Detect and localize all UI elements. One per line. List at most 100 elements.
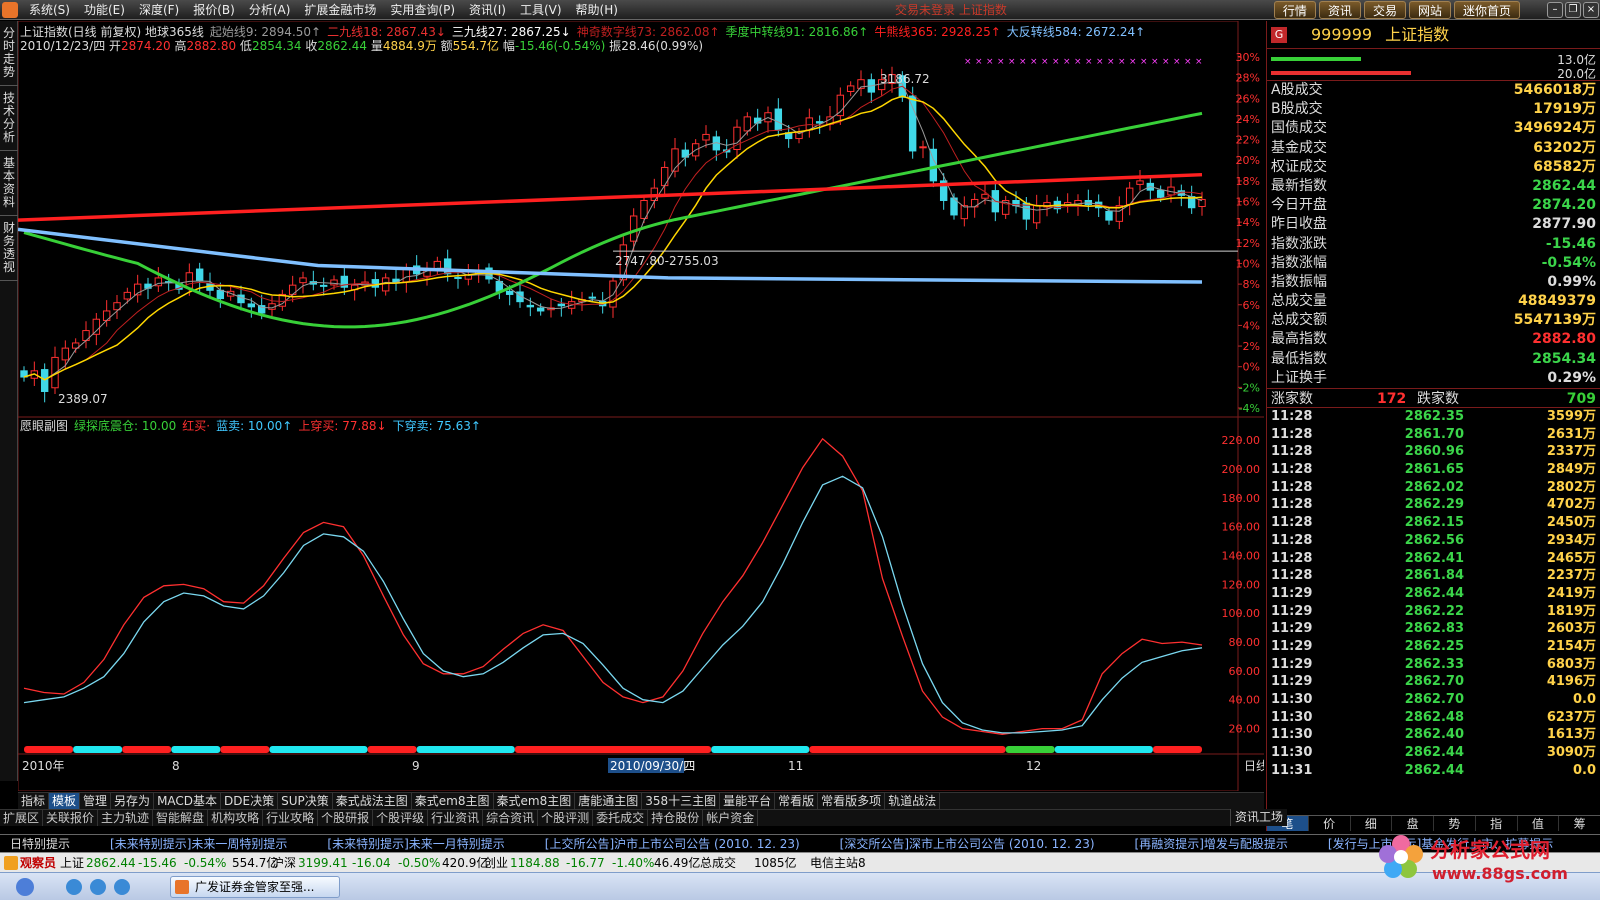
- ie2-icon[interactable]: [114, 879, 130, 895]
- ticker-item-3[interactable]: [上交所公告]沪市上市公司公告 (2010. 12. 23): [545, 835, 800, 852]
- left-tab-3[interactable]: 财务透视: [0, 216, 18, 281]
- band-seg-2: [122, 746, 172, 753]
- indicator-tab-2[interactable]: 管理: [80, 793, 112, 809]
- pct-label-13: 4%: [1243, 319, 1260, 332]
- flower-logo-icon: [1379, 835, 1423, 878]
- chart-area[interactable]: 30% 28% 26% 24% 22% 20% 18% 16% 14% 12% 10% 8% 6% 4% 2…: [18, 21, 1264, 791]
- indicator-tab-8[interactable]: 秦式em8主图: [412, 793, 494, 809]
- band-seg-0: [24, 746, 74, 753]
- quick-button-2[interactable]: 交易: [1363, 1, 1406, 19]
- menu-item-8[interactable]: 工具(V): [513, 0, 569, 20]
- tick-time: 11:28: [1271, 409, 1313, 424]
- indicator-tab-15[interactable]: 轨道战法: [885, 793, 941, 809]
- extension-tab-10[interactable]: 个股评测: [538, 810, 594, 826]
- indicator-tab-10[interactable]: 唐能通主图: [575, 793, 643, 809]
- extension-tab-5[interactable]: 行业攻略: [263, 810, 319, 826]
- menu-item-7[interactable]: 资讯(I): [462, 0, 513, 20]
- menu-item-6[interactable]: 实用查询(P): [383, 0, 462, 20]
- indicator-tab-12[interactable]: 量能平台: [720, 793, 776, 809]
- hdr2-item-11: 554.7亿: [452, 39, 500, 53]
- quick-button-4[interactable]: 迷你首页: [1453, 1, 1520, 19]
- sell-volume-bar: [1271, 71, 1411, 75]
- menu-item-2[interactable]: 深度(F): [132, 0, 186, 20]
- menu-item-3[interactable]: 报价(B): [186, 0, 242, 20]
- menu-item-1[interactable]: 功能(E): [77, 0, 132, 20]
- info-factory-tab[interactable]: 资讯工场: [1230, 809, 1288, 826]
- ie-icon[interactable]: [66, 879, 82, 895]
- quick-button-1[interactable]: 资讯: [1318, 1, 1361, 19]
- extension-tab-9[interactable]: 综合资讯: [483, 810, 539, 826]
- band-seg-1: [73, 746, 123, 753]
- restore-icon[interactable]: ❐: [1565, 2, 1581, 18]
- low-annotation: 2389.07: [58, 392, 108, 406]
- tick-time: 11:29: [1271, 585, 1313, 601]
- index-name: 上证指数: [1385, 25, 1450, 44]
- observer-label[interactable]: 观察员: [20, 853, 56, 873]
- indicator-tab-0[interactable]: 指标: [18, 793, 50, 809]
- indicator-tab-9[interactable]: 秦式em8主图: [494, 793, 576, 809]
- ticker-item-2[interactable]: [未来特别提示]未来一月特别提示: [327, 835, 504, 852]
- tick-time: 11:29: [1271, 656, 1313, 672]
- hdr2-item-1: 2874.20: [121, 39, 171, 53]
- pct-label-3: 24%: [1236, 113, 1260, 126]
- extension-tab-0[interactable]: 扩展区: [0, 810, 44, 826]
- tick-row: 11:28 2862.02 2802万: [1267, 479, 1600, 497]
- indicator-tab-3[interactable]: 另存为: [111, 793, 155, 809]
- sub-label-4: 140.00: [1222, 550, 1261, 563]
- indicator-tab-13[interactable]: 常看版: [775, 793, 819, 809]
- minimize-icon[interactable]: –: [1547, 2, 1563, 18]
- indicator-tab-14[interactable]: 常看版多项: [818, 793, 886, 809]
- ticker-item-5[interactable]: [再融资提示]增发与配股提示: [1135, 835, 1288, 852]
- extension-tab-2[interactable]: 主力轨迹: [98, 810, 154, 826]
- tick-list[interactable]: 11:28 2862.35 3599万 11:28 2861.70 2631万 11:28 2…: [1267, 408, 1600, 779]
- period-label[interactable]: 日线: [1244, 759, 1264, 773]
- extension-tab-6[interactable]: 个股研报: [318, 810, 374, 826]
- menu-item-4[interactable]: 分析(A): [242, 0, 298, 20]
- indicator-tab-7[interactable]: 秦式战法主图: [333, 793, 412, 809]
- left-tab-2[interactable]: 基本资料: [0, 151, 18, 216]
- kline-chart-svg[interactable]: 30% 28% 26% 24% 22% 20% 18% 16% 14% 12% 10% 8% 6% 4% 2…: [18, 21, 1264, 791]
- band-seg-13: [1152, 746, 1202, 753]
- tick-volume: 2419万: [1546, 585, 1596, 601]
- ticker-item-4[interactable]: [深交所公告]深市上市公司公告 (2010. 12. 23): [840, 835, 1095, 852]
- extension-tab-12[interactable]: 持仓股份: [648, 810, 704, 826]
- left-tab-0[interactable]: 分时走势: [0, 21, 18, 86]
- range-annotation: 2747.80-2755.03: [615, 254, 719, 268]
- menu-item-0[interactable]: 系统(S): [22, 0, 77, 20]
- quick-button-0[interactable]: 行情: [1273, 1, 1316, 19]
- cy-change: -16.77: [566, 856, 605, 870]
- ticker-item-0[interactable]: 日特别提示: [10, 835, 70, 852]
- quick-button-3[interactable]: 网站: [1408, 1, 1451, 19]
- stat-row-7: 昨日收盘 2877.90: [1267, 215, 1600, 234]
- extension-tab-13[interactable]: 帐户资金: [703, 810, 759, 826]
- stat-value: 5547139万: [1513, 312, 1596, 329]
- extension-tab-8[interactable]: 行业资讯: [428, 810, 484, 826]
- start-button-icon[interactable]: [16, 878, 34, 896]
- extension-tab-11[interactable]: 委托成交: [593, 810, 649, 826]
- indicator-tab-4[interactable]: MACD基本: [154, 793, 222, 809]
- extension-tab-3[interactable]: 智能解盘: [153, 810, 209, 826]
- ticker-item-1[interactable]: [未来特别提示]未来一周特别提示: [110, 835, 287, 852]
- left-tab-1[interactable]: 技术分析: [0, 86, 18, 151]
- stat-row-0: A股成交 5466018万: [1267, 81, 1600, 100]
- indicator-tab-6[interactable]: SUP决策: [278, 793, 333, 809]
- signal-marker: ×: [964, 57, 972, 67]
- signal-marker: ×: [1195, 57, 1203, 67]
- menu-item-9[interactable]: 帮助(H): [569, 0, 625, 20]
- extension-tab-4[interactable]: 机构攻略: [208, 810, 264, 826]
- tick-time: 11:31: [1271, 762, 1313, 778]
- quote-tab-1[interactable]: 价: [1309, 816, 1351, 831]
- close-icon[interactable]: ×: [1583, 2, 1599, 18]
- tick-price: 2862.56: [1404, 532, 1464, 548]
- indicator-tab-11[interactable]: 358十三主图: [642, 793, 721, 809]
- indicator-tab-1[interactable]: 模板: [49, 793, 81, 809]
- menu-item-5[interactable]: 扩展金融市场: [297, 0, 383, 20]
- extension-tab-7[interactable]: 个股评级: [373, 810, 429, 826]
- tick-price: 2862.70: [1404, 674, 1464, 690]
- subhdr-item-2: 红买·: [182, 419, 211, 433]
- stat-row-5: 最新指数 2862.44: [1267, 177, 1600, 196]
- browser-icon[interactable]: [90, 879, 106, 895]
- indicator-tab-5[interactable]: DDE决策: [221, 793, 279, 809]
- extension-tab-1[interactable]: 关联报价: [43, 810, 99, 826]
- taskbar-app-button[interactable]: 广发证券金管家至强...: [170, 876, 340, 898]
